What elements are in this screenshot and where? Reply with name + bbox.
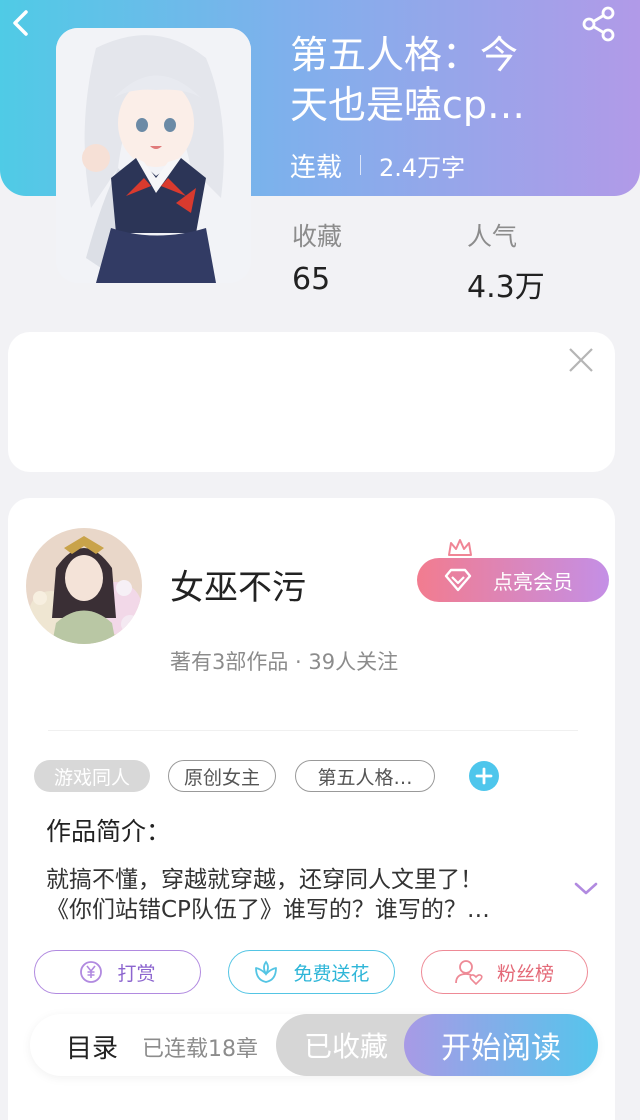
fans-label: 粉丝榜	[496, 962, 554, 985]
flower-icon	[255, 960, 278, 983]
book-cover[interactable]	[56, 28, 251, 283]
vip-button-label: 点亮会员	[493, 569, 573, 594]
add-tag-button[interactable]	[469, 761, 499, 791]
crown-icon	[448, 539, 472, 556]
close-icon	[569, 348, 593, 372]
intro-line1: 就搞不懂，穿越就穿越，还穿同人文里了！	[46, 867, 483, 893]
avatar[interactable]	[26, 528, 142, 644]
intro-line2: 《你们站错CP队伍了》谁写的？谁写的？…	[46, 897, 490, 923]
book-title-line2: 天也是嗑cp…	[290, 83, 526, 127]
intro-text[interactable]: 就搞不懂，穿越就穿越，还穿同人文里了！ 《你们站错CP队伍了》谁写的？谁写的？…	[46, 865, 546, 925]
chevron-left-icon	[13, 10, 28, 36]
flower-label: 免费送花	[293, 962, 370, 985]
start-reading-label: 开始阅读	[441, 1031, 561, 1066]
plus-icon	[475, 767, 493, 785]
user-heart-icon	[455, 960, 483, 985]
yen-coin-icon	[80, 961, 103, 983]
popularity-label: 人气	[467, 222, 518, 251]
intro-title: 作品简介：	[46, 817, 172, 846]
send-flower-button[interactable]: 免费送花	[228, 950, 395, 994]
back-button[interactable]	[6, 8, 36, 38]
author-avatar-image	[26, 528, 142, 644]
share-icon	[582, 6, 615, 42]
favorites-label: 收藏	[292, 222, 343, 251]
tip-button[interactable]: 打赏	[34, 950, 201, 994]
chapter-count: 已连载18章	[142, 1037, 258, 1062]
tip-label: 打赏	[117, 962, 156, 985]
share-button[interactable]	[580, 6, 618, 42]
book-meta: 连载 2.4万字	[290, 147, 465, 183]
word-count: 2.4万字	[379, 153, 466, 182]
ad-banner[interactable]	[8, 332, 615, 472]
vip-membership-button[interactable]: 点亮会员	[417, 558, 609, 602]
start-reading-button[interactable]: 开始阅读	[404, 1014, 598, 1076]
tag-identity-v[interactable]: 第五人格…	[295, 760, 435, 792]
diamond-icon	[444, 568, 472, 592]
table-of-contents-link[interactable]: 目录	[66, 1028, 118, 1065]
book-title: 第五人格：今 天也是嗑cp…	[290, 30, 580, 130]
chevron-down-icon	[574, 882, 598, 895]
book-cover-illustration	[56, 28, 251, 283]
status-label: 连载	[290, 152, 343, 183]
bottom-action-bar: 目录 已连载18章 已收藏 开始阅读	[30, 1014, 598, 1076]
collected-label: 已收藏	[304, 1030, 389, 1063]
favorites-value: 65	[292, 262, 331, 297]
divider	[48, 730, 578, 731]
author-name[interactable]: 女巫不污	[170, 560, 306, 609]
tag-game-fanfic[interactable]: 游戏同人	[34, 760, 150, 792]
meta-divider	[360, 155, 362, 175]
author-stats: 著有3部作品 · 39人关注	[170, 650, 399, 674]
tag-original-heroine[interactable]: 原创女主	[168, 760, 276, 792]
book-title-line1: 第五人格：今	[290, 33, 519, 77]
fans-ranking-button[interactable]: 粉丝榜	[421, 950, 588, 994]
expand-button[interactable]	[573, 880, 599, 898]
popularity-value: 4.3万	[467, 270, 545, 305]
close-button[interactable]	[567, 346, 595, 374]
